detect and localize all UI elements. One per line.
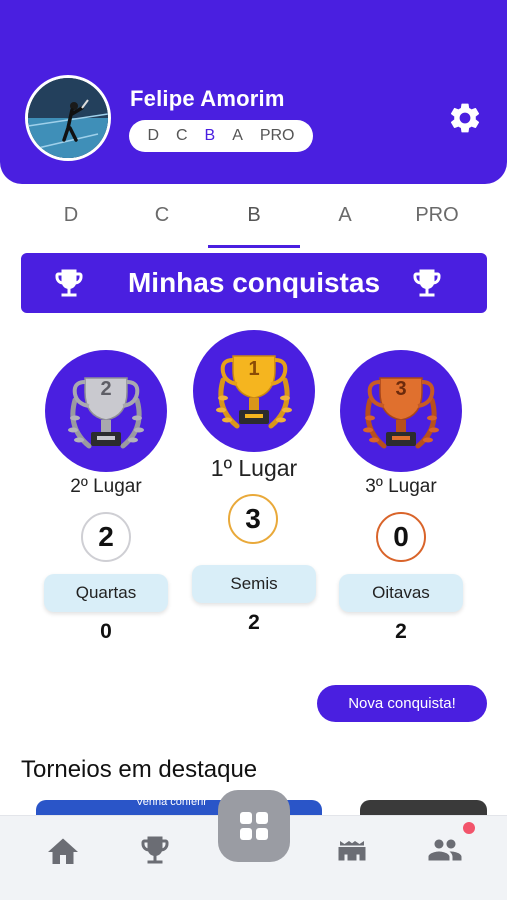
first-place-count: 3 bbox=[228, 494, 278, 544]
app-screen: Felipe Amorim D C B A PRO D C B A PRO Mi… bbox=[0, 0, 507, 900]
quartas-count: 0 bbox=[100, 620, 112, 643]
featured-card-text: Venha conferir bbox=[136, 800, 207, 808]
second-place-label: 2º Lugar bbox=[70, 476, 142, 497]
avatar-photo bbox=[28, 78, 108, 158]
tab-pro[interactable]: PRO bbox=[392, 204, 482, 244]
grid-menu-button[interactable] bbox=[218, 790, 290, 862]
semis-pill[interactable]: Semis bbox=[192, 565, 316, 603]
level-indicator: D C B A PRO bbox=[129, 120, 313, 152]
torneios-destaque-title: Torneios em destaque bbox=[21, 756, 258, 783]
gold-trophy-medal bbox=[193, 330, 315, 452]
gold-badge-number: 1 bbox=[248, 358, 260, 380]
tab-b[interactable]: B bbox=[209, 204, 299, 244]
first-place-label: 1º Lugar bbox=[210, 455, 298, 481]
oitavas-pill[interactable]: Oitavas bbox=[339, 574, 463, 612]
user-name: Felipe Amorim bbox=[130, 86, 285, 111]
people-icon[interactable] bbox=[427, 832, 463, 868]
second-place-count: 2 bbox=[81, 512, 131, 562]
bronze-badge-number: 3 bbox=[395, 378, 407, 400]
stadium-icon[interactable] bbox=[334, 832, 370, 868]
trophy-icon bbox=[409, 265, 445, 306]
semis-count: 2 bbox=[248, 611, 260, 634]
level-pro: PRO bbox=[259, 127, 295, 144]
active-tab-indicator bbox=[208, 245, 300, 248]
tab-d[interactable]: D bbox=[26, 204, 116, 244]
oitavas-count: 2 bbox=[395, 620, 407, 643]
level-d: D bbox=[147, 127, 160, 144]
grid-icon bbox=[240, 812, 268, 840]
third-place-label: 3º Lugar bbox=[365, 476, 437, 497]
conquistas-banner: Minhas conquistas bbox=[21, 253, 487, 313]
level-a: A bbox=[232, 127, 243, 144]
level-tabs: D C B A PRO bbox=[0, 196, 507, 248]
profile-header: Felipe Amorim D C B A PRO bbox=[0, 0, 507, 184]
notification-dot bbox=[463, 822, 475, 834]
nova-conquista-button[interactable]: Nova conquista! bbox=[317, 685, 487, 722]
silver-badge-number: 2 bbox=[100, 378, 112, 400]
home-icon[interactable] bbox=[45, 834, 81, 870]
gear-icon[interactable] bbox=[447, 100, 483, 136]
trophy-icon[interactable] bbox=[137, 832, 173, 868]
level-b: B bbox=[204, 127, 216, 144]
tab-c[interactable]: C bbox=[117, 204, 207, 244]
silver-trophy-medal bbox=[45, 350, 167, 472]
third-place-count: 0 bbox=[376, 512, 426, 562]
avatar[interactable] bbox=[25, 75, 111, 161]
quartas-pill[interactable]: Quartas bbox=[44, 574, 168, 612]
bronze-trophy-medal bbox=[340, 350, 462, 472]
tab-a[interactable]: A bbox=[300, 204, 390, 244]
level-c: C bbox=[176, 127, 188, 144]
